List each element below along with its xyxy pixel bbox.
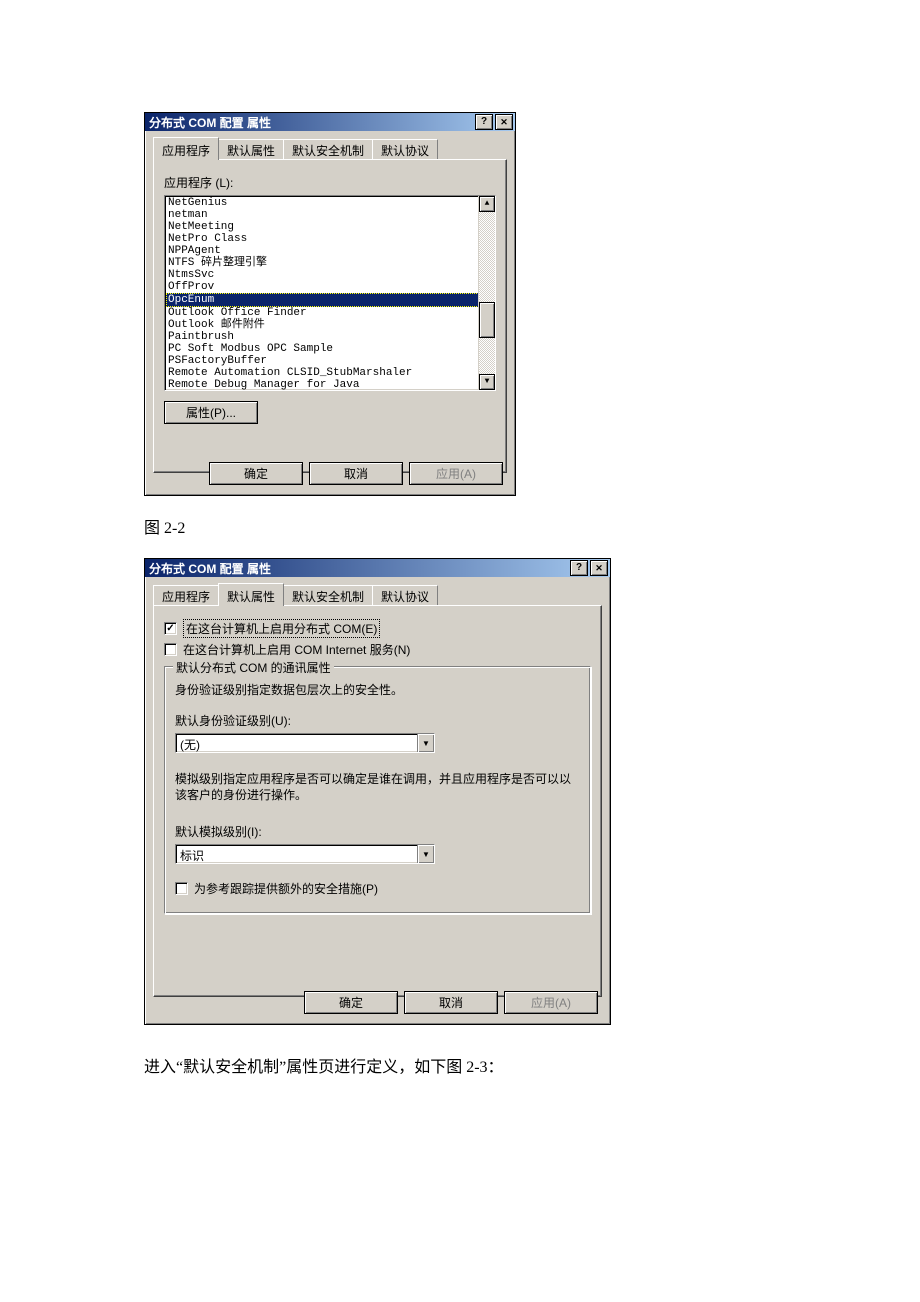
list-item[interactable]: NtmsSvc — [166, 269, 495, 281]
apply-button[interactable]: 应用(A) — [504, 991, 598, 1014]
scroll-down-button[interactable] — [479, 374, 495, 390]
dcom-config-dialog-2: 分布式 COM 配置 属性 应用程序 默认属性 默认安全机制 默认协议 在这台计… — [144, 558, 611, 1025]
tab-default-security[interactable]: 默认安全机制 — [283, 585, 373, 606]
titlebar: 分布式 COM 配置 属性 — [145, 559, 610, 577]
tab-default-properties[interactable]: 默认属性 — [218, 583, 284, 606]
auth-desc: 身份验证级别指定数据包层次上的安全性。 — [175, 681, 580, 698]
chevron-down-icon[interactable] — [417, 845, 434, 863]
list-item[interactable]: PSFactoryBuffer — [166, 355, 495, 367]
dialog-button-row: 确定 取消 应用(A) — [304, 991, 598, 1014]
list-item[interactable]: NPPAgent — [166, 245, 495, 257]
list-item[interactable]: Remote Debug Manager for Java — [166, 379, 495, 391]
tab-applications[interactable]: 应用程序 — [153, 137, 219, 160]
scroll-track[interactable] — [479, 212, 495, 374]
dialog-button-row: 确定 取消 应用(A) — [209, 462, 503, 485]
imp-level-value: 标识 — [176, 845, 417, 863]
applications-listbox[interactable]: NetGeniusnetmanNetMeetingNetPro ClassNPP… — [164, 195, 496, 391]
checkbox-icon — [175, 882, 188, 895]
dcom-config-dialog-1: 分布式 COM 配置 属性 应用程序 默认属性 默认安全机制 默认协议 应用程序… — [144, 112, 516, 496]
tab-default-protocols[interactable]: 默认协议 — [372, 139, 438, 160]
enable-dcom-checkbox[interactable]: 在这台计算机上启用分布式 COM(E) — [164, 620, 591, 637]
list-item[interactable]: NetPro Class — [166, 233, 495, 245]
list-item[interactable]: Remote Automation CLSID_StubMarshaler — [166, 367, 495, 379]
list-item[interactable]: OffProv — [166, 281, 495, 293]
enable-com-internet-label: 在这台计算机上启用 COM Internet 服务(N) — [183, 641, 410, 658]
ok-button[interactable]: 确定 — [304, 991, 398, 1014]
tab-default-protocols[interactable]: 默认协议 — [372, 585, 438, 606]
auth-level-label: 默认身份验证级别(U): — [175, 712, 580, 729]
list-item[interactable]: NetGenius — [166, 197, 495, 209]
tab-default-properties[interactable]: 默认属性 — [218, 139, 284, 160]
close-button[interactable] — [495, 114, 513, 130]
list-item[interactable]: Paintbrush — [166, 331, 495, 343]
figure-caption-2-2: 图 2-2 — [144, 514, 920, 538]
list-item[interactable]: NetMeeting — [166, 221, 495, 233]
window-title: 分布式 COM 配置 属性 — [149, 114, 473, 131]
auth-level-combo[interactable]: (无) — [175, 733, 435, 753]
imp-level-combo[interactable]: 标识 — [175, 844, 435, 864]
close-button[interactable] — [590, 560, 608, 576]
window-title: 分布式 COM 配置 属性 — [149, 560, 568, 577]
list-item[interactable]: PC Soft Modbus OPC Sample — [166, 343, 495, 355]
tab-default-security[interactable]: 默认安全机制 — [283, 139, 373, 160]
track-reference-checkbox[interactable]: 为参考跟踪提供额外的安全措施(P) — [175, 880, 580, 897]
tab-strip: 应用程序 默认属性 默认安全机制 默认协议 — [153, 139, 507, 159]
tab-strip: 应用程序 默认属性 默认安全机制 默认协议 — [153, 585, 602, 605]
list-item[interactable]: NTFS 碎片整理引擎 — [166, 257, 495, 269]
group-legend: 默认分布式 COM 的通讯属性 — [173, 659, 334, 676]
help-button[interactable] — [475, 114, 493, 130]
scroll-up-button[interactable] — [479, 196, 495, 212]
cancel-button[interactable]: 取消 — [309, 462, 403, 485]
checkbox-icon — [164, 643, 177, 656]
tab-body: 在这台计算机上启用分布式 COM(E) 在这台计算机上启用 COM Intern… — [153, 605, 602, 997]
imp-desc: 模拟级别指定应用程序是否可以确定是谁在调用，并且应用程序是否可以以该客户的身份进… — [175, 771, 580, 803]
apps-label: 应用程序 (L): — [164, 174, 496, 191]
track-reference-label: 为参考跟踪提供额外的安全措施(P) — [194, 880, 378, 897]
enable-com-internet-checkbox[interactable]: 在这台计算机上启用 COM Internet 服务(N) — [164, 641, 591, 658]
list-item[interactable]: OpcEnum — [166, 293, 495, 307]
tab-body: 应用程序 (L): NetGeniusnetmanNetMeetingNetPr… — [153, 159, 507, 473]
titlebar: 分布式 COM 配置 属性 — [145, 113, 515, 131]
default-dcom-comm-group: 默认分布式 COM 的通讯属性 身份验证级别指定数据包层次上的安全性。 默认身份… — [164, 666, 591, 914]
tab-applications[interactable]: 应用程序 — [153, 585, 219, 606]
list-item[interactable]: Outlook 邮件附件 — [166, 319, 495, 331]
list-item[interactable]: netman — [166, 209, 495, 221]
enable-dcom-label: 在这台计算机上启用分布式 COM(E) — [183, 619, 380, 638]
help-button[interactable] — [570, 560, 588, 576]
scroll-thumb[interactable] — [479, 302, 495, 338]
cancel-button[interactable]: 取消 — [404, 991, 498, 1014]
auth-level-value: (无) — [176, 734, 417, 752]
list-item[interactable]: Outlook Office Finder — [166, 307, 495, 319]
instruction-paragraph: 进入“默认安全机制”属性页进行定义，如下图 2-3： — [144, 1053, 920, 1077]
checkbox-icon — [164, 622, 177, 635]
apply-button[interactable]: 应用(A) — [409, 462, 503, 485]
scrollbar[interactable] — [478, 196, 495, 390]
chevron-down-icon[interactable] — [417, 734, 434, 752]
ok-button[interactable]: 确定 — [209, 462, 303, 485]
properties-button[interactable]: 属性(P)... — [164, 401, 258, 424]
imp-level-label: 默认模拟级别(I): — [175, 823, 580, 840]
